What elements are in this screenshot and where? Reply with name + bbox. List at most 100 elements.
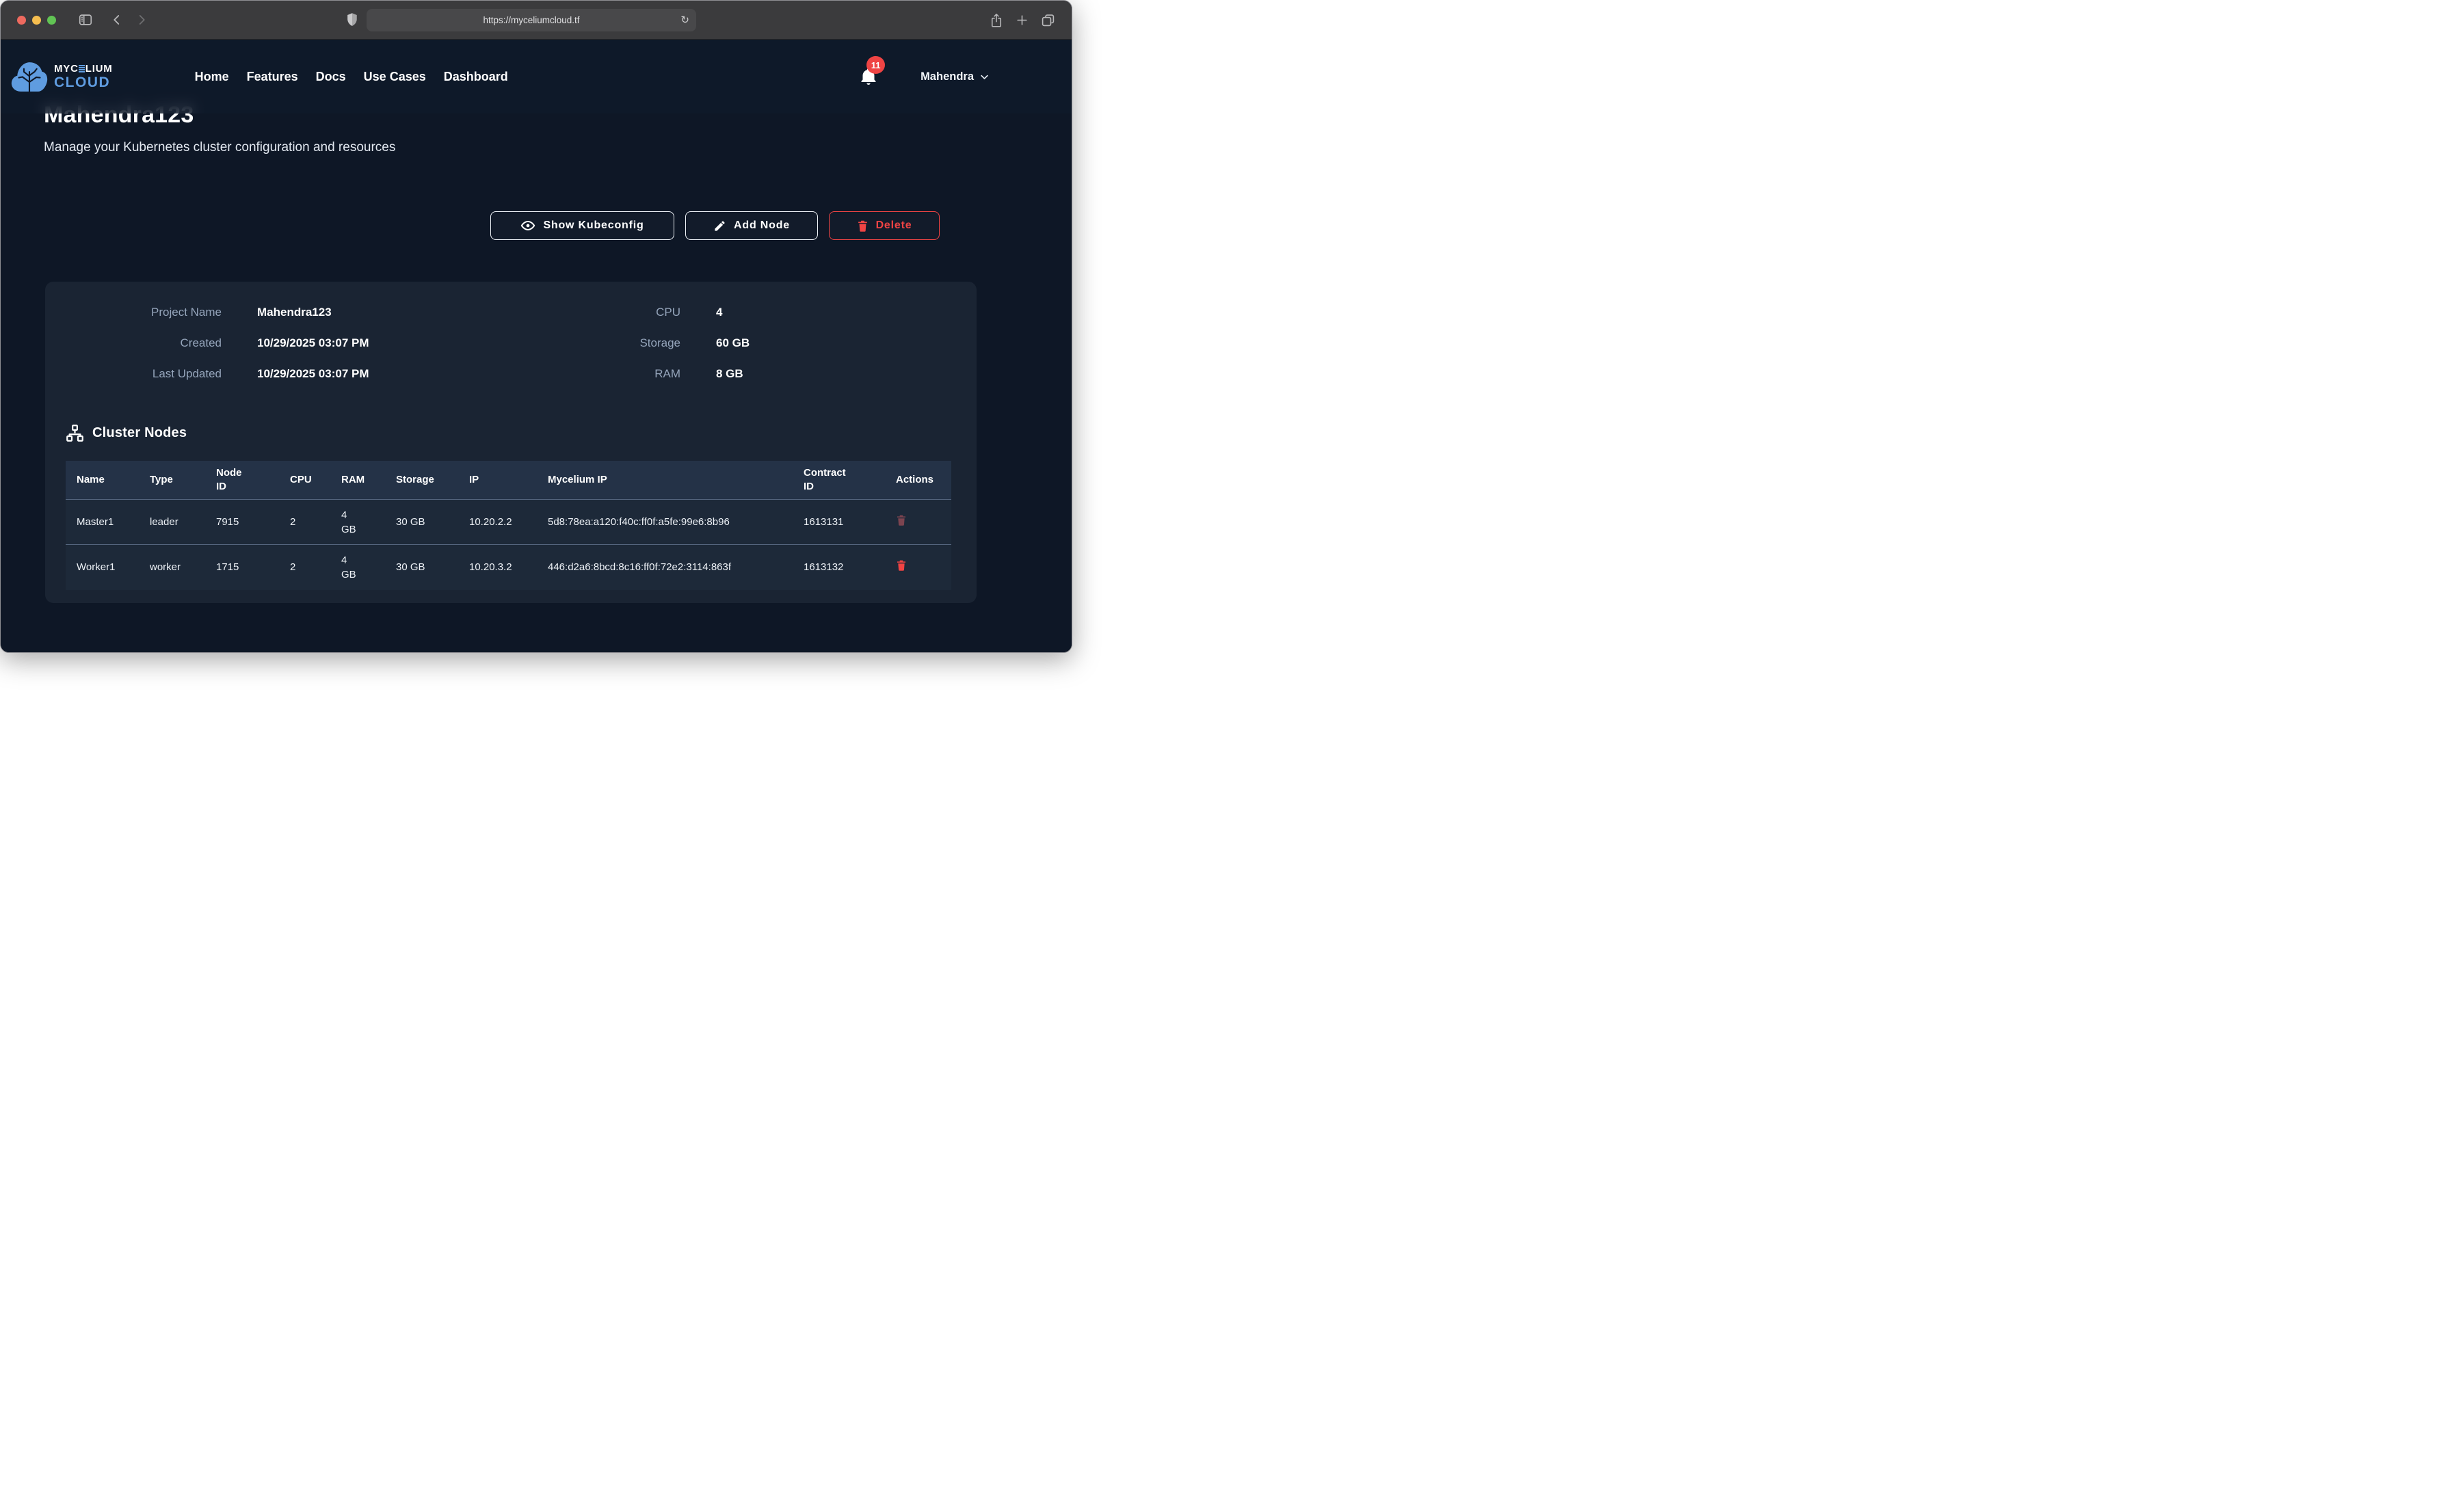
node-storage: 30 GB [385,500,458,545]
table-header-row: Name Type Node ID CPU RAM Storage IP Myc… [66,461,951,500]
info-row-last-updated: Last Updated 10/29/2025 03:07 PM [66,366,497,382]
sidebar-toggle-icon[interactable] [78,12,93,27]
new-tab-icon[interactable] [1016,14,1029,27]
eye-icon [520,218,535,233]
brand-line-cloud: CLOUD [54,75,113,90]
info-row-project-name: Project Name Mahendra123 [66,304,497,321]
nav-link-dashboard[interactable]: Dashboard [444,70,508,84]
info-row-ram: RAM 8 GB [525,366,956,382]
chevron-down-icon [979,72,990,82]
node-mycelium-ip: 446:d2a6:8bcd:8c16:ff0f:72e2:3114:863f [537,545,793,590]
node-ip: 10.20.3.2 [458,545,537,590]
node-actions [885,500,951,545]
back-button-icon[interactable] [111,14,123,26]
site-navbar: MYCLIUM CLOUD Home Features Docs Use Cas… [1,40,1072,113]
delete-node-button[interactable] [896,514,907,526]
col-actions: Actions [885,461,951,500]
cluster-nodes-table: Name Type Node ID CPU RAM Storage IP Myc… [66,461,951,590]
mycelium-cloud-logo[interactable]: MYCLIUM CLOUD [10,61,113,93]
table-row: Worker1 worker 1715 2 4 GB 30 GB 10.20.3… [66,545,951,590]
cpu-value: 4 [716,304,956,321]
trash-icon [857,219,869,232]
address-bar-url[interactable]: https://myceliumcloud.tf [483,15,579,25]
traffic-lights [17,16,56,25]
cluster-nodes-title: Cluster Nodes [92,425,187,441]
col-type: Type [139,461,205,500]
col-name: Name [66,461,139,500]
privacy-shield-icon[interactable] [346,12,358,27]
info-row-created: Created 10/29/2025 03:07 PM [66,335,497,351]
node-id: 1715 [205,545,279,590]
reload-icon[interactable]: ↻ [680,15,689,25]
brand-text: MYCLIUM CLOUD [54,64,113,90]
nav-link-features[interactable]: Features [247,70,298,84]
browser-window: https://myceliumcloud.tf ↻ M [0,0,1072,653]
last-updated-label: Last Updated [66,366,222,382]
col-node-id: Node ID [205,461,279,500]
project-info-right: CPU 4 Storage 60 GB RAM 8 GB [525,304,956,397]
created-label: Created [66,335,222,351]
node-name: Master1 [66,500,139,545]
node-cpu: 2 [279,545,330,590]
storage-value: 60 GB [716,335,956,351]
trash-icon [896,559,907,572]
delete-cluster-button[interactable]: Delete [829,211,940,240]
col-contract-id: Contract ID [793,461,885,500]
table-row: Master1 leader 7915 2 4 GB 30 GB 10.20.2… [66,500,951,545]
ram-value: 8 GB [716,366,956,382]
tab-overview-icon[interactable] [1041,13,1055,27]
add-node-button[interactable]: Add Node [685,211,818,240]
show-kubeconfig-button[interactable]: Show Kubeconfig [490,211,674,240]
close-window-button[interactable] [17,16,26,25]
cluster-actions-toolbar: Show Kubeconfig Add Node Delete [1,211,940,240]
network-nodes-icon [66,424,84,442]
notifications-button[interactable]: 11 [860,68,877,85]
brand-line-mycelium: MYCLIUM [54,64,113,74]
share-icon[interactable] [990,13,1003,28]
col-cpu: CPU [279,461,330,500]
node-ram: 4 GB [330,500,385,545]
node-contract-id: 1613132 [793,545,885,590]
zoom-window-button[interactable] [47,16,56,25]
col-storage: Storage [385,461,458,500]
nav-link-docs[interactable]: Docs [316,70,346,84]
node-name: Worker1 [66,545,139,590]
notification-count-badge: 11 [866,56,885,74]
browser-toolbar: https://myceliumcloud.tf ↻ [1,1,1072,40]
trash-icon [896,514,907,526]
col-ram: RAM [330,461,385,500]
node-ip: 10.20.2.2 [458,500,537,545]
page-viewport: Mahendra123 Manage your Kubernetes clust… [1,40,1072,653]
nav-link-home[interactable]: Home [195,70,229,84]
add-node-label: Add Node [734,219,790,232]
col-ip: IP [458,461,537,500]
cluster-details-panel: Project Name Mahendra123 Created 10/29/2… [45,282,977,603]
stylized-e-glyph [79,65,85,72]
project-info-left: Project Name Mahendra123 Created 10/29/2… [66,304,497,397]
delete-node-button[interactable] [896,559,907,572]
info-row-cpu: CPU 4 [525,304,956,321]
user-menu[interactable]: Mahendra [920,70,990,83]
col-mycelium-ip: Mycelium IP [537,461,793,500]
node-contract-id: 1613131 [793,500,885,545]
info-row-storage: Storage 60 GB [525,335,956,351]
address-bar[interactable]: https://myceliumcloud.tf ↻ [367,9,696,31]
nav-link-use-cases[interactable]: Use Cases [364,70,426,84]
cluster-nodes-header: Cluster Nodes [66,424,956,442]
node-storage: 30 GB [385,545,458,590]
project-info-grid: Project Name Mahendra123 Created 10/29/2… [66,304,956,397]
node-ram: 4 GB [330,545,385,590]
node-type: leader [139,500,205,545]
storage-label: Storage [525,335,680,351]
project-name-value: Mahendra123 [257,304,497,321]
last-updated-value: 10/29/2025 03:07 PM [257,366,497,382]
pencil-icon [713,219,726,232]
forward-button-icon[interactable] [135,14,148,26]
node-id: 7915 [205,500,279,545]
node-type: worker [139,545,205,590]
minimize-window-button[interactable] [32,16,41,25]
node-mycelium-ip: 5d8:78ea:a120:f40c:ff0f:a5fe:99e6:8b96 [537,500,793,545]
ram-label: RAM [525,366,680,382]
node-cpu: 2 [279,500,330,545]
page-subtitle: Manage your Kubernetes cluster configura… [44,140,1072,155]
